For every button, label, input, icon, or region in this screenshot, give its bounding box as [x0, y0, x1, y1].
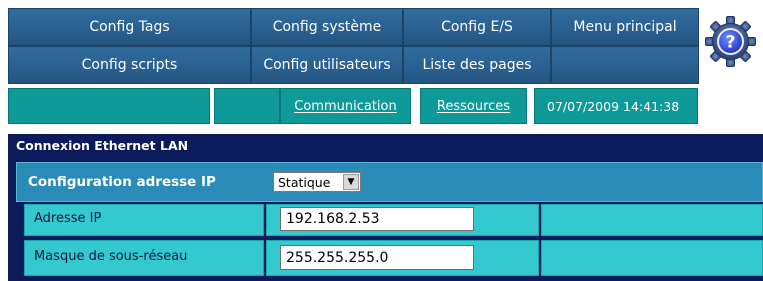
- subnet-mask-extra-cell: [541, 240, 763, 276]
- datetime-text: 07/07/2009 14:41:38: [547, 98, 680, 114]
- nav-config-utilisateurs[interactable]: Config utilisateurs: [251, 46, 403, 84]
- nav-config-scripts-label: Config scripts: [81, 57, 178, 73]
- nav-config-tags[interactable]: Config Tags: [8, 8, 251, 46]
- ip-address-input[interactable]: 192.168.2.53: [280, 207, 474, 231]
- nav-menu-principal[interactable]: Menu principal: [551, 8, 699, 46]
- svg-text:?: ?: [726, 33, 736, 53]
- ip-address-label: Adresse IP: [34, 211, 102, 226]
- subnav-ressources-label: Ressources: [436, 98, 511, 114]
- datetime-display: 07/07/2009 14:41:38: [534, 88, 698, 124]
- subnet-mask-value: 255.255.255.0: [286, 249, 389, 266]
- subnav-empty-mid: [214, 88, 280, 124]
- nav-config-es[interactable]: Config E/S: [403, 8, 551, 46]
- ip-address-value: 192.168.2.53: [286, 211, 380, 227]
- nav-config-systeme[interactable]: Config système: [251, 8, 403, 46]
- nav-liste-des-pages-label: Liste des pages: [422, 57, 532, 73]
- ip-config-label: Configuration adresse IP: [28, 174, 216, 190]
- panel-title: Connexion Ethernet LAN: [16, 138, 189, 153]
- subnet-mask-input[interactable]: 255.255.255.0: [280, 245, 474, 270]
- ip-config-select[interactable]: Statique ▼: [273, 172, 361, 192]
- nav-menu-principal-label: Menu principal: [573, 19, 677, 35]
- dropdown-arrow-icon[interactable]: ▼: [343, 174, 359, 190]
- subnav-ressources-link[interactable]: Ressources: [420, 88, 527, 124]
- nav-config-utilisateurs-label: Config utilisateurs: [263, 57, 391, 73]
- subnav-communication-link[interactable]: Communication: [280, 88, 411, 124]
- ip-config-select-value: Statique: [278, 174, 331, 190]
- nav-empty-slot: [551, 46, 699, 84]
- subnav-empty-left: [8, 88, 210, 124]
- ip-address-extra-cell: [541, 204, 763, 236]
- help-question-icon[interactable]: ?: [705, 16, 756, 67]
- subnav-communication-label: Communication: [294, 98, 397, 114]
- nav-config-scripts[interactable]: Config scripts: [8, 46, 251, 84]
- subnet-mask-label: Masque de sous-réseau: [34, 249, 188, 264]
- nav-config-tags-label: Config Tags: [89, 19, 170, 35]
- nav-config-es-label: Config E/S: [441, 19, 513, 35]
- nav-liste-des-pages[interactable]: Liste des pages: [403, 46, 551, 84]
- nav-config-systeme-label: Config système: [272, 19, 382, 35]
